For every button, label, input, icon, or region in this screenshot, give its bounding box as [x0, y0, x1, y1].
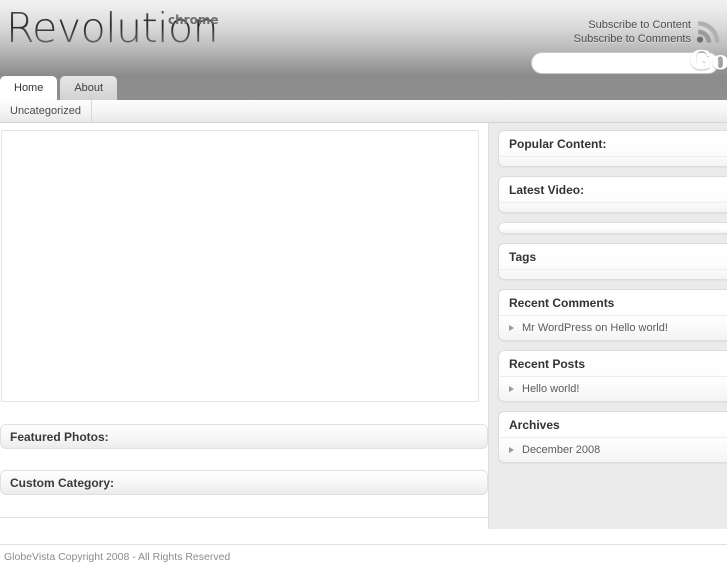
widget-body: December 2008 — [499, 438, 727, 462]
content-divider — [0, 517, 488, 518]
search-go-button[interactable]: Go — [689, 46, 727, 76]
tab-home[interactable]: Home — [0, 76, 58, 100]
list-item[interactable]: Hello world! — [499, 377, 727, 401]
site-footer: GlobeVista Copyright 2008 - All Rights R… — [0, 544, 727, 569]
widget-title: Popular Content: — [499, 131, 727, 157]
widget-spacer — [499, 270, 727, 279]
widget-title: Recent Comments — [499, 290, 727, 316]
nav-tabs: Home About — [0, 76, 118, 100]
page-body: Featured Photos: Custom Category: Popula… — [0, 123, 727, 544]
list-item-label: Hello world! — [522, 383, 580, 395]
sidebar: Popular Content: Latest Video: Tags Rece… — [488, 123, 727, 529]
widget-latest-video: Latest Video: — [498, 176, 727, 213]
subnav-item-uncategorized[interactable]: Uncategorized — [0, 100, 92, 122]
triangle-bullet-icon — [509, 325, 514, 331]
subscribe-links: Subscribe to Content Subscribe to Commen… — [574, 18, 691, 46]
copyright-text: GlobeVista Copyright 2008 - All Rights R… — [4, 551, 231, 563]
widget-title: Latest Video: — [499, 177, 727, 203]
site-header: Revolution chrome Subscribe to Content S… — [0, 0, 727, 76]
list-item-label: Mr WordPress on Hello world! — [522, 322, 668, 334]
main-navigation: Home About — [0, 76, 727, 100]
logo-subtitle: chrome — [168, 13, 219, 27]
widget-title: Tags — [499, 244, 727, 270]
widget-body: Hello world! — [499, 377, 727, 401]
list-item[interactable]: Mr WordPress on Hello world! — [499, 316, 727, 340]
widget-body — [499, 157, 727, 166]
subscribe-to-comments-link[interactable]: Subscribe to Comments — [574, 32, 691, 46]
widget-body — [499, 270, 727, 279]
widget-empty — [498, 222, 727, 234]
widget-body — [499, 203, 727, 212]
category-navigation: Uncategorized — [0, 100, 727, 123]
widget-title: Recent Posts — [499, 351, 727, 377]
widget-popular-content: Popular Content: — [498, 130, 727, 167]
widget-recent-comments: Recent Comments Mr WordPress on Hello wo… — [498, 289, 727, 341]
logo-title: Revolution — [6, 4, 219, 52]
site-logo[interactable]: Revolution chrome — [6, 8, 219, 49]
list-item[interactable]: December 2008 — [499, 438, 727, 462]
widget-spacer — [499, 203, 727, 212]
tab-about[interactable]: About — [60, 76, 118, 100]
post-area — [1, 130, 479, 402]
rss-icon[interactable] — [695, 17, 723, 45]
widget-archives: Archives December 2008 — [498, 411, 727, 463]
section-custom-category[interactable]: Custom Category: — [0, 470, 488, 495]
widget-spacer — [499, 157, 727, 166]
triangle-bullet-icon — [509, 447, 514, 453]
widget-recent-posts: Recent Posts Hello world! — [498, 350, 727, 402]
widget-tags: Tags — [498, 243, 727, 280]
section-featured-photos[interactable]: Featured Photos: — [0, 424, 488, 449]
widget-body: Mr WordPress on Hello world! — [499, 316, 727, 340]
list-item-label: December 2008 — [522, 444, 601, 456]
search-box: Go — [531, 46, 727, 76]
main-content: Featured Photos: Custom Category: — [0, 123, 488, 529]
triangle-bullet-icon — [509, 386, 514, 392]
widget-title: Archives — [499, 412, 727, 438]
subscribe-to-content-link[interactable]: Subscribe to Content — [574, 18, 691, 32]
